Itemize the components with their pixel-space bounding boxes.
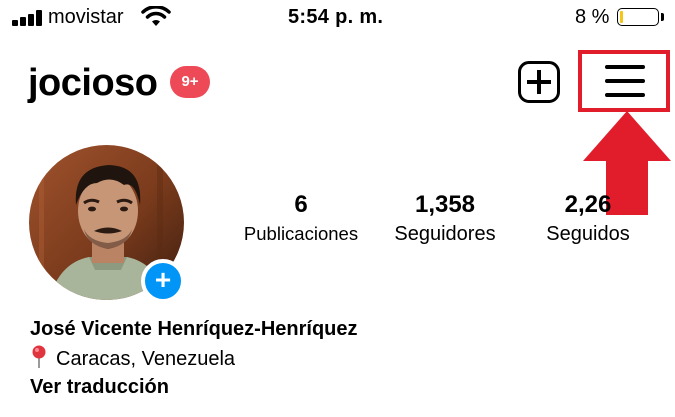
translate-link[interactable]: Ver traducción [30,374,169,400]
wifi-icon [141,6,171,26]
followers-label: Seguidores [394,223,496,245]
profile-full-name: José Vicente Henríquez-Henríquez [30,318,358,340]
stat-posts[interactable]: 6 Publicaciones [236,191,366,247]
battery-icon [617,8,659,26]
status-bar: movistar 5:54 p. m. 8 % [0,0,675,38]
followers-count: 1,358 [414,191,476,218]
battery-percent: 8 % [575,6,610,28]
signal-icon [12,10,46,26]
new-post-icon[interactable] [518,61,560,103]
profile-location: Caracas, Venezuela [30,345,235,372]
posts-label: Publicaciones [243,223,359,244]
battery-fill [620,11,623,23]
add-story-button[interactable]: + [141,259,185,303]
stat-following[interactable]: 2,26 Seguidos [536,191,640,247]
battery-tip [661,13,664,21]
following-count: 2,26 [564,191,612,218]
location-pin-icon [32,345,46,368]
carrier-name: movistar [48,6,124,28]
hamburger-menu-icon[interactable] [605,65,645,97]
notification-badge[interactable]: 9+ [170,66,210,98]
posts-count: 6 [294,191,308,218]
location-text: Caracas, Venezuela [56,348,236,370]
stat-followers[interactable]: 1,358 Seguidores [386,191,504,247]
following-label: Seguidos [546,223,630,245]
clock: 5:54 p. m. [288,6,384,28]
profile-username[interactable]: jocioso [28,60,158,106]
